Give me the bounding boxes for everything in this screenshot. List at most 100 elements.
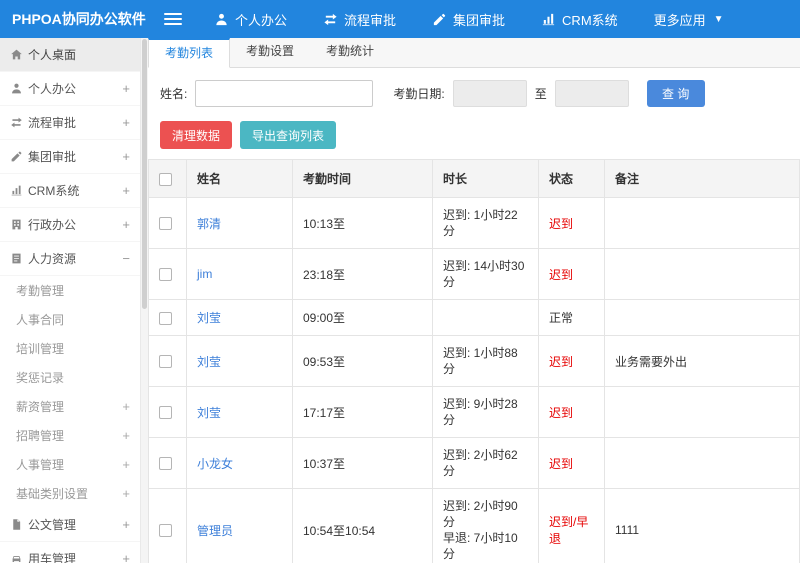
edit-icon xyxy=(10,150,28,163)
date-from-input[interactable] xyxy=(452,80,527,107)
status-cell: 迟到 xyxy=(538,335,605,387)
status-cell: 迟到 xyxy=(538,386,605,438)
column-header-status: 状态 xyxy=(538,159,605,198)
attendance-time: 09:00至 xyxy=(292,299,433,336)
employee-name-link[interactable]: 小龙女 xyxy=(197,457,233,471)
menu-toggle-icon[interactable] xyxy=(150,13,196,25)
attendance-time: 23:18至 xyxy=(292,248,433,300)
name-input[interactable] xyxy=(195,80,374,107)
employee-name-link[interactable]: jim xyxy=(197,267,212,281)
sidebar-subitem-label: 招聘管理 xyxy=(16,429,65,443)
table-row: jim 23:18至 迟到: 14小时30分 迟到 xyxy=(148,248,800,300)
tab-attendance-stats[interactable]: 考勤统计 xyxy=(310,38,390,67)
attendance-time: 10:37至 xyxy=(292,437,433,489)
name-label: 姓名: xyxy=(160,87,188,101)
sidebar-subitem-hr-contract[interactable]: 人事合同 xyxy=(0,305,140,334)
tab-attendance-list[interactable]: 考勤列表 xyxy=(148,38,231,68)
sidebar-item-workflow-approval[interactable]: 流程审批 + xyxy=(0,106,140,140)
select-all-checkbox[interactable] xyxy=(159,172,172,186)
attendance-table: 姓名 考勤时间 时长 状态 备注 郭清 10:13至 迟到: 1小时22分 迟到 jim… xyxy=(148,159,800,563)
flow-icon xyxy=(10,116,28,129)
employee-name-link[interactable]: 郭清 xyxy=(197,217,221,231)
search-button[interactable]: 查 询 xyxy=(646,80,705,107)
employee-name-link[interactable]: 管理员 xyxy=(197,524,233,538)
nav-group-approval[interactable]: 集团审批 xyxy=(432,10,505,29)
table-body: 郭清 10:13至 迟到: 1小时22分 迟到 jim 23:18至 迟到: 14小时30分… xyxy=(148,197,800,563)
nav-workflow-approval[interactable]: 流程审批 xyxy=(323,10,396,29)
sidebar-item-document-mgmt[interactable]: 公文管理 + xyxy=(0,508,140,542)
expand-icon: − xyxy=(122,251,130,266)
row-checkbox[interactable] xyxy=(159,524,172,538)
nav-more-apps[interactable]: 更多应用 ▼ xyxy=(654,10,724,29)
chart-icon xyxy=(541,12,556,27)
status-cell: 迟到 xyxy=(538,437,605,489)
row-checkbox[interactable] xyxy=(159,311,172,325)
sidebar: 个人桌面 个人办公 + 流程审批 + 集团审批 + CRM系统 + 行政办公 + 人力资源 − 考勤管理人… xyxy=(0,38,141,563)
chevron-down-icon: ▼ xyxy=(713,13,724,25)
sidebar-subitem-recruit-mgmt[interactable]: 招聘管理 + xyxy=(0,421,140,450)
sidebar-item-label: 个人办公 xyxy=(28,82,77,96)
nav-crm-system[interactable]: CRM系统 xyxy=(541,10,618,29)
top-nav: 个人办公 流程审批 集团审批 CRM系统 更多应用 ▼ xyxy=(214,10,724,29)
note-cell: 业务需要外出 xyxy=(604,335,800,387)
table-header-row: 姓名 考勤时间 时长 状态 备注 xyxy=(148,159,800,198)
employee-name-link[interactable]: 刘莹 xyxy=(197,311,221,325)
employee-name-link[interactable]: 刘莹 xyxy=(197,355,221,369)
sidebar-item-crm-system[interactable]: CRM系统 + xyxy=(0,174,140,208)
expand-icon: + xyxy=(122,457,130,472)
scrollbar-thumb[interactable] xyxy=(142,39,147,309)
car-icon xyxy=(10,552,28,563)
row-checkbox[interactable] xyxy=(159,457,172,471)
column-header-time: 考勤时间 xyxy=(292,159,433,198)
sidebar-item-personal-office[interactable]: 个人办公 + xyxy=(0,72,140,106)
export-list-button[interactable]: 导出查询列表 xyxy=(240,121,337,149)
note-cell xyxy=(604,299,800,336)
status-cell: 迟到 xyxy=(538,248,605,300)
sidebar-subitem-base-category[interactable]: 基础类别设置 + xyxy=(0,479,140,508)
expand-icon: + xyxy=(122,81,130,96)
row-checkbox[interactable] xyxy=(159,406,172,420)
attendance-time: 17:17至 xyxy=(292,386,433,438)
sidebar-item-label: CRM系统 xyxy=(28,184,80,198)
sidebar-item-label: 用车管理 xyxy=(28,552,77,563)
sidebar-subitem-reward-record[interactable]: 奖惩记录 xyxy=(0,363,140,392)
row-checkbox[interactable] xyxy=(159,217,172,231)
tab-attendance-settings[interactable]: 考勤设置 xyxy=(230,38,310,67)
sidebar-item-hr[interactable]: 人力资源 − xyxy=(0,242,140,276)
doc-icon xyxy=(10,518,28,531)
sidebar-subitem-attendance-mgmt[interactable]: 考勤管理 xyxy=(0,276,140,305)
row-checkbox[interactable] xyxy=(159,268,172,282)
status-cell: 正常 xyxy=(538,299,605,336)
date-to-input[interactable] xyxy=(554,80,629,107)
action-bar: 清理数据 导出查询列表 xyxy=(148,117,800,159)
nav-personal-office[interactable]: 个人办公 xyxy=(214,10,287,29)
sidebar-subitem-label: 培训管理 xyxy=(16,342,65,356)
sidebar-item-label: 个人桌面 xyxy=(28,48,77,62)
attendance-time: 10:54至10:54 xyxy=(292,488,433,563)
sidebar-subitem-label: 奖惩记录 xyxy=(16,371,65,385)
sidebar-item-label: 集团审批 xyxy=(28,150,77,164)
row-checkbox[interactable] xyxy=(159,355,172,369)
sidebar-item-desktop[interactable]: 个人桌面 xyxy=(0,38,140,72)
edit-icon xyxy=(432,12,447,27)
sidebar-subitem-label: 人事合同 xyxy=(16,313,65,327)
tab-bar: 考勤列表 考勤设置 考勤统计 xyxy=(148,38,800,68)
employee-name-link[interactable]: 刘莹 xyxy=(197,406,221,420)
clear-data-button[interactable]: 清理数据 xyxy=(160,121,233,149)
sidebar-subitem-training-mgmt[interactable]: 培训管理 xyxy=(0,334,140,363)
sidebar-item-group-approval[interactable]: 集团审批 + xyxy=(0,140,140,174)
attendance-time: 10:13至 xyxy=(292,197,433,249)
status-cell: 迟到/早退 xyxy=(538,488,605,563)
sidebar-subitem-salary-mgmt[interactable]: 薪资管理 + xyxy=(0,392,140,421)
app-title: PHPOA协同办公软件 xyxy=(12,11,146,27)
sidebar-subitem-label: 薪资管理 xyxy=(16,400,65,414)
sidebar-scrollbar[interactable] xyxy=(141,38,148,563)
building-icon xyxy=(10,218,28,231)
sidebar-item-admin-office[interactable]: 行政办公 + xyxy=(0,208,140,242)
person-icon xyxy=(10,82,28,95)
duration-cell: 迟到: 2小时90分 早退: 7小时10分 xyxy=(432,488,539,563)
expand-icon: + xyxy=(122,183,130,198)
sidebar-subitem-personnel-mgmt[interactable]: 人事管理 + xyxy=(0,450,140,479)
duration-cell xyxy=(432,299,539,336)
sidebar-item-vehicle-mgmt[interactable]: 用车管理 + xyxy=(0,542,140,563)
